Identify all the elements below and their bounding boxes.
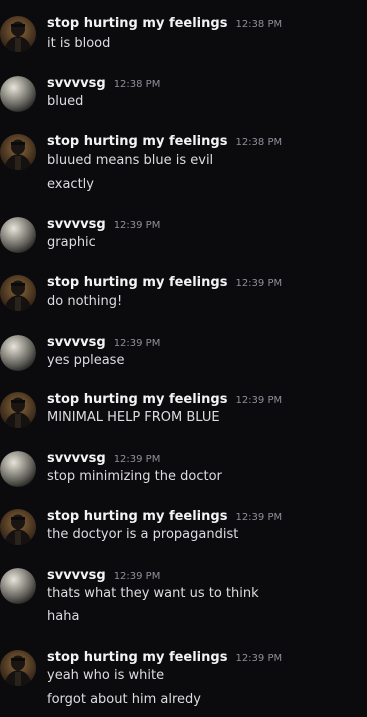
chat-message: svvvvsg 12:39 PM stop minimizing the doc…	[0, 451, 367, 491]
message-text: it is blood	[47, 36, 111, 51]
chat-message: svvvvsg 12:38 PM blued	[0, 76, 367, 116]
message-header: stop hurting my feelings 12:38 PM	[47, 16, 282, 34]
message-text: thats what they want us to think	[47, 586, 259, 601]
chat-message: stop hurting my feelings 12:38 PM it is …	[0, 16, 367, 56]
message-author[interactable]: svvvvsg	[47, 76, 106, 91]
grey-sphere-avatar[interactable]	[0, 335, 36, 371]
message-header: stop hurting my feelings 12:38 PM	[47, 134, 282, 152]
message-timestamp: 12:39 PM	[235, 512, 283, 523]
message-timestamp: 12:39 PM	[113, 220, 161, 231]
message-text: do nothing!	[47, 294, 123, 309]
message-text: yeah who is white	[47, 668, 165, 683]
message-author[interactable]: svvvvsg	[47, 568, 106, 583]
grey-sphere-avatar[interactable]	[0, 76, 36, 112]
chat-message: stop hurting my feelings 12:39 PM MINIMA…	[0, 392, 367, 432]
message-text: yes pplease	[47, 353, 125, 368]
message-author[interactable]: stop hurting my feelings	[47, 134, 227, 149]
message-text: MINIMAL HELP FROM BLUE	[47, 410, 220, 425]
message-text: exactly	[47, 177, 94, 192]
message-author[interactable]: stop hurting my feelings	[47, 650, 227, 665]
grey-sphere-avatar[interactable]	[0, 568, 36, 604]
message-header: svvvvsg 12:39 PM	[47, 451, 160, 469]
dark-figure-avatar[interactable]	[0, 134, 36, 170]
message-text: bluued means blue is evil	[47, 153, 214, 168]
dark-figure-avatar[interactable]	[0, 275, 36, 311]
message-header: stop hurting my feelings 12:39 PM	[47, 275, 282, 293]
message-text: the doctyor is a propagandist	[47, 527, 239, 542]
message-timestamp: 12:39 PM	[235, 395, 283, 406]
message-timestamp: 12:39 PM	[235, 278, 283, 289]
message-header: svvvvsg 12:39 PM	[47, 335, 160, 353]
grey-sphere-avatar[interactable]	[0, 217, 36, 253]
message-timestamp: 12:38 PM	[113, 79, 161, 90]
grey-sphere-avatar[interactable]	[0, 451, 36, 487]
message-header: stop hurting my feelings 12:39 PM	[47, 509, 282, 527]
message-timestamp: 12:39 PM	[113, 338, 161, 349]
message-text: blued	[47, 94, 84, 109]
message-timestamp: 12:39 PM	[235, 653, 283, 664]
message-timestamp: 12:38 PM	[235, 19, 283, 30]
message-text: forgot about him alredy	[47, 692, 201, 707]
chat-message: svvvvsg 12:39 PM yes pplease	[0, 335, 367, 375]
message-text: graphic	[47, 235, 96, 250]
message-author[interactable]: svvvvsg	[47, 217, 106, 232]
message-header: stop hurting my feelings 12:39 PM	[47, 392, 282, 410]
chat-message: stop hurting my feelings 12:38 PM bluued…	[0, 134, 367, 194]
dark-figure-avatar[interactable]	[0, 509, 36, 545]
chat-message: svvvvsg 12:39 PM graphic	[0, 217, 367, 257]
message-header: svvvvsg 12:39 PM	[47, 217, 160, 235]
dark-figure-avatar[interactable]	[0, 650, 36, 686]
message-timestamp: 12:38 PM	[235, 137, 283, 148]
message-author[interactable]: stop hurting my feelings	[47, 16, 227, 31]
dark-figure-avatar[interactable]	[0, 392, 36, 428]
chat-message: stop hurting my feelings 12:39 PM do not…	[0, 275, 367, 315]
chat-message: stop hurting my feelings 12:39 PM yeah w…	[0, 650, 367, 710]
message-author[interactable]: svvvvsg	[47, 451, 106, 466]
message-author[interactable]: stop hurting my feelings	[47, 392, 227, 407]
message-header: svvvvsg 12:38 PM	[47, 76, 160, 94]
dark-figure-avatar[interactable]	[0, 16, 36, 52]
chat-message: stop hurting my feelings 12:39 PM the do…	[0, 509, 367, 549]
message-text: haha	[47, 609, 80, 624]
chat-message: svvvvsg 12:39 PM thats what they want us…	[0, 568, 367, 628]
message-header: svvvvsg 12:39 PM	[47, 568, 160, 586]
message-header: stop hurting my feelings 12:39 PM	[47, 650, 282, 668]
message-timestamp: 12:39 PM	[113, 571, 161, 582]
message-author[interactable]: stop hurting my feelings	[47, 275, 227, 290]
message-timestamp: 12:39 PM	[113, 454, 161, 465]
message-author[interactable]: stop hurting my feelings	[47, 509, 227, 524]
message-author[interactable]: svvvvsg	[47, 335, 106, 350]
message-text: stop minimizing the doctor	[47, 469, 222, 484]
